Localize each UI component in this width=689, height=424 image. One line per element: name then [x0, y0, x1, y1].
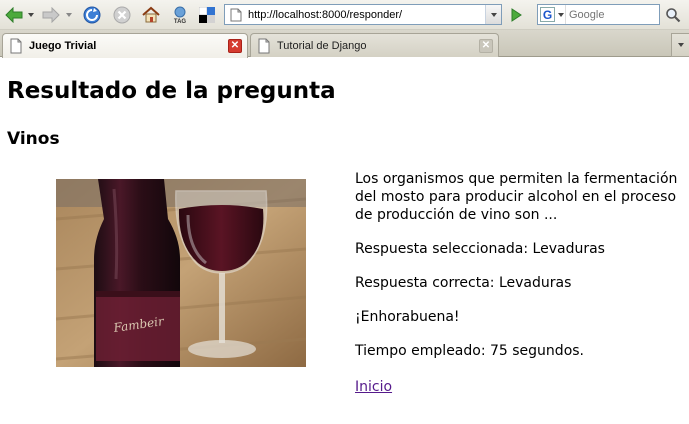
- go-button[interactable]: [505, 5, 527, 25]
- go-arrow-icon: [511, 8, 522, 22]
- document-icon: [258, 38, 270, 53]
- tab-bar: Juego Trivial ✕ Tutorial de Django ✕: [0, 30, 689, 58]
- stop-icon: [113, 6, 131, 24]
- delicious-icon: [199, 7, 215, 23]
- back-arrow-icon: [5, 7, 23, 23]
- page-icon: [228, 4, 244, 25]
- url-text[interactable]: http://localhost:8000/responder/: [248, 9, 485, 21]
- back-button[interactable]: [4, 6, 24, 24]
- home-link[interactable]: Inicio: [355, 379, 392, 395]
- close-tab-icon[interactable]: ✕: [479, 38, 493, 53]
- stop-button[interactable]: [111, 5, 133, 25]
- search-input[interactable]: [566, 6, 659, 23]
- question-text: Los organismos que permiten la fermentac…: [355, 171, 678, 223]
- forward-history-dropdown[interactable]: [64, 8, 74, 22]
- tab-label: Juego Trivial: [29, 40, 97, 52]
- tag-button[interactable]: TAG: [169, 4, 191, 26]
- forward-arrow-icon: [42, 7, 60, 23]
- page-content: Resultado de la pregunta Vinos Fambeir L…: [0, 58, 689, 424]
- reload-button[interactable]: [81, 5, 103, 25]
- search-bar[interactable]: G: [537, 4, 660, 25]
- page-title: Resultado de la pregunta: [7, 78, 336, 104]
- url-history-dropdown[interactable]: [485, 5, 501, 24]
- svg-text:TAG: TAG: [174, 19, 187, 25]
- search-engine-selector[interactable]: G: [538, 5, 566, 24]
- delicious-button[interactable]: [197, 5, 217, 25]
- search-button[interactable]: [662, 4, 684, 25]
- document-icon: [10, 38, 22, 54]
- chevron-down-icon: [558, 12, 564, 17]
- tab-list-button[interactable]: [671, 33, 689, 57]
- home-button[interactable]: [140, 4, 162, 25]
- correct-answer: Respuesta correcta: Levaduras: [355, 275, 572, 291]
- category-heading: Vinos: [7, 129, 60, 149]
- tab-label: Tutorial de Django: [277, 39, 367, 52]
- back-history-dropdown[interactable]: [26, 8, 36, 22]
- google-icon: G: [540, 7, 555, 22]
- wine-photo: Fambeir: [56, 179, 306, 367]
- tag-icon: TAG: [174, 6, 187, 25]
- navigation-toolbar: TAG http://localhost:8000/responder/ G G…: [0, 0, 689, 30]
- chevron-down-icon: [66, 13, 72, 17]
- chevron-down-icon: [28, 13, 34, 17]
- search-icon: [666, 7, 681, 22]
- address-bar[interactable]: http://localhost:8000/responder/: [224, 4, 502, 25]
- result-message: ¡Enhorabuena!: [355, 309, 460, 325]
- forward-button[interactable]: [41, 6, 61, 24]
- home-icon: [142, 6, 160, 22]
- reload-icon: [83, 6, 101, 24]
- tab-juego-trivial[interactable]: Juego Trivial ✕: [2, 33, 248, 58]
- close-tab-icon[interactable]: ✕: [228, 39, 242, 53]
- chevron-down-icon: [490, 12, 497, 17]
- chevron-down-icon: [677, 43, 684, 47]
- time-used: Tiempo empleado: 75 segundos.: [355, 343, 585, 359]
- selected-answer: Respuesta seleccionada: Levaduras: [355, 241, 605, 257]
- tab-tutorial-de-django[interactable]: Tutorial de Django ✕: [250, 33, 499, 57]
- result-details: Los organismos que permiten la fermentac…: [355, 170, 689, 395]
